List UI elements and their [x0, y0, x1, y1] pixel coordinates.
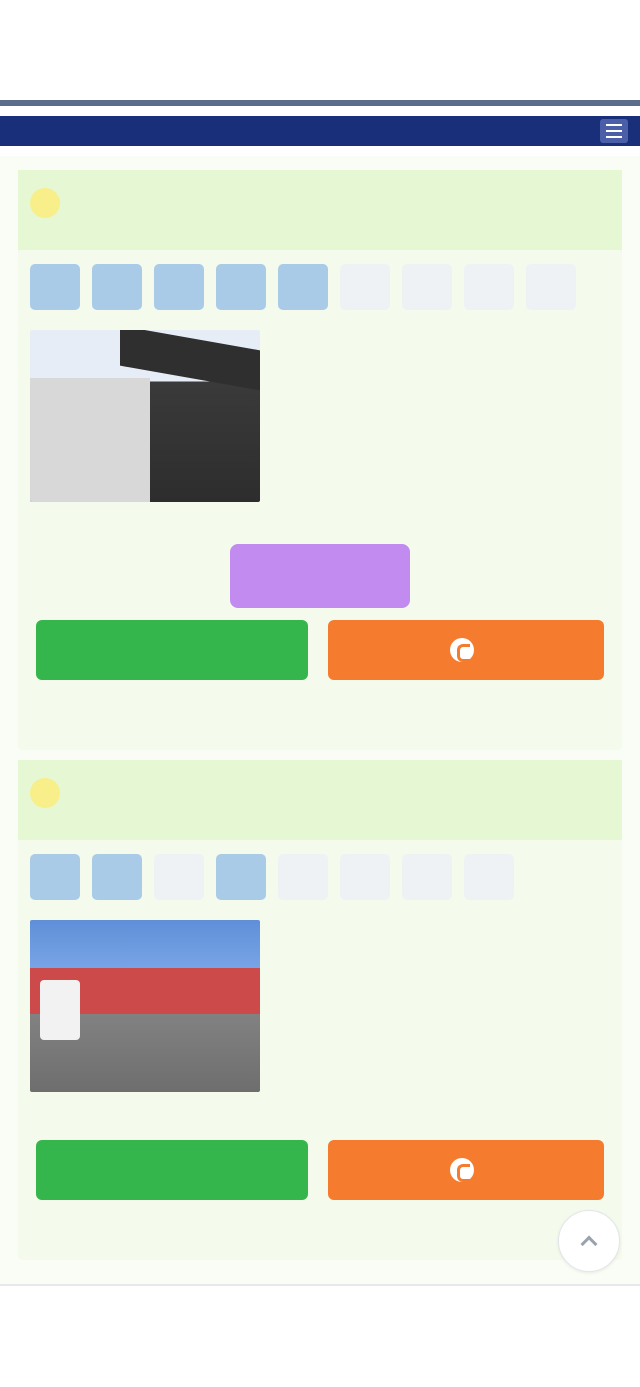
action-buttons: [36, 1140, 604, 1200]
coupon-button[interactable]: [230, 544, 410, 608]
menu-line: [606, 124, 622, 126]
header-bar: [0, 100, 640, 148]
service-tag: [30, 854, 80, 900]
listing-card: [18, 760, 622, 1260]
detail-button[interactable]: [36, 1140, 308, 1200]
service-tag: [402, 854, 452, 900]
bottom-blank-area: [0, 1286, 640, 1387]
shop-photo[interactable]: [30, 330, 260, 502]
service-tag: [402, 264, 452, 310]
menu-line: [606, 136, 622, 138]
sun-badge-icon: [30, 778, 60, 808]
service-tag: [278, 854, 328, 900]
phone-icon: [450, 638, 474, 662]
service-tag: [526, 264, 576, 310]
service-tag: [340, 264, 390, 310]
scroll-to-top-button[interactable]: [558, 1210, 620, 1272]
service-tags: [18, 250, 622, 324]
top-blank-area: [0, 0, 640, 100]
service-tag: [154, 264, 204, 310]
header-inner: [0, 116, 640, 146]
service-tag: [340, 854, 390, 900]
service-tag: [464, 854, 514, 900]
shop-photo[interactable]: [30, 920, 260, 1092]
service-tag: [92, 264, 142, 310]
service-tag: [216, 264, 266, 310]
listing-content: [0, 156, 640, 1284]
call-button[interactable]: [328, 1140, 604, 1200]
service-tag: [154, 854, 204, 900]
service-tag: [30, 264, 80, 310]
service-tag: [278, 264, 328, 310]
hamburger-icon[interactable]: [600, 119, 628, 143]
service-tag: [92, 854, 142, 900]
service-tags: [18, 840, 622, 914]
header-right: [590, 119, 628, 143]
card-header: [18, 760, 622, 840]
chevron-up-icon: [580, 1235, 598, 1253]
action-buttons: [36, 620, 604, 680]
phone-icon: [450, 1158, 474, 1182]
card-header: [18, 170, 622, 250]
shop-details: [274, 330, 610, 502]
service-tag: [464, 264, 514, 310]
menu-line: [606, 130, 622, 132]
listing-card: [18, 170, 622, 750]
detail-button[interactable]: [36, 620, 308, 680]
shop-info: [18, 914, 622, 1092]
shop-details: [274, 920, 610, 1092]
service-tag: [216, 854, 266, 900]
sun-badge-icon: [30, 188, 60, 218]
shop-info: [18, 324, 622, 502]
call-button[interactable]: [328, 620, 604, 680]
